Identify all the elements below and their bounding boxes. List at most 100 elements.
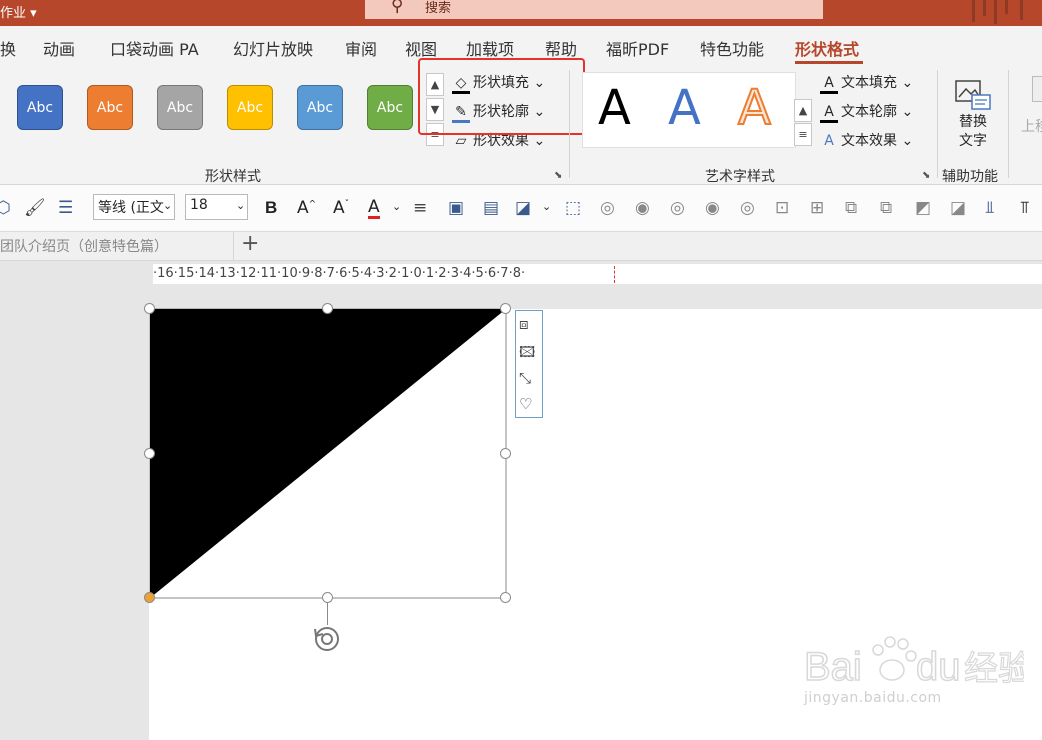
merge-intersect-icon[interactable]: ◉ <box>705 198 720 218</box>
text-fill-button[interactable]: A 文本填充 ⌄ <box>820 72 913 94</box>
shape-style-gray[interactable]: Abc <box>157 85 203 130</box>
hexagon-shape-icon[interactable]: ⬡ <box>0 198 11 218</box>
shape-styles-launcher-icon[interactable]: ⬊ <box>554 170 562 181</box>
decor-bar <box>994 0 997 24</box>
chevron-down-icon: ⌄ <box>163 199 173 212</box>
tab-special-features[interactable]: 特色功能 <box>700 36 764 60</box>
shape-effects-label: 形状效果 <box>473 133 529 149</box>
tab-shape-format[interactable]: 形状格式 <box>795 36 859 60</box>
shape-styles-group-label: 形状样式 <box>205 169 261 185</box>
alt-text-line2: 文字 <box>959 133 987 149</box>
wordart-style-black[interactable]: A <box>598 80 631 136</box>
accessibility-group-label: 辅助功能 <box>942 169 998 185</box>
svg-text:经验: 经验 <box>964 649 1024 689</box>
format-painter-icon[interactable]: 🖌 <box>24 198 46 218</box>
group-divider <box>937 70 938 178</box>
resize-handle-bottom[interactable] <box>322 592 333 603</box>
align-bottom-icon[interactable]: ⫫ <box>985 198 995 218</box>
image-icon[interactable]: 🖾 <box>519 342 535 367</box>
align-top-icon[interactable]: ⫪ <box>1020 198 1030 218</box>
right-triangle <box>150 309 506 598</box>
ungroup-icon[interactable]: ⊞ <box>810 198 824 218</box>
tab-help[interactable]: 帮助 <box>545 36 577 60</box>
resize-handle-top[interactable] <box>322 303 333 314</box>
text-box-icon[interactable]: ▣ <box>448 198 464 218</box>
merge-union-icon[interactable]: ◎ <box>600 198 615 218</box>
text-outline-label: 文本轮廓 <box>841 104 897 120</box>
document-title-text: 作业 <box>0 6 27 21</box>
resize-handle-left[interactable] <box>144 448 155 459</box>
shape-style-icon[interactable]: ⧈ <box>519 315 529 333</box>
swatch-label: Abc <box>26 99 54 116</box>
swatch-label: Abc <box>306 99 334 116</box>
resize-handle-top-left[interactable] <box>144 303 155 314</box>
tab-addins[interactable]: 加载项 <box>466 36 514 60</box>
line-spacing-icon[interactable]: ≡ <box>413 198 427 218</box>
text-outline-icon: A <box>820 104 838 123</box>
tab-foxit-pdf[interactable]: 福昕PDF <box>606 36 669 60</box>
increase-font-icon[interactable]: A^ <box>297 198 316 218</box>
rotate-handle-icon[interactable] <box>311 623 343 655</box>
tab-pocket-animation[interactable]: 口袋动画 PA <box>110 36 199 60</box>
font-color-icon[interactable]: A <box>368 198 380 219</box>
group-icon[interactable]: ⊡ <box>775 198 789 218</box>
adjust-handle[interactable] <box>144 592 155 603</box>
wordart-more-button[interactable]: ≡ <box>794 123 812 146</box>
highlight-annotation <box>418 58 585 135</box>
decor-bar <box>1020 0 1023 20</box>
bring-forward-icon <box>1032 76 1042 102</box>
shapes-icon[interactable]: ◪ <box>515 198 531 218</box>
text-effects-button[interactable]: A 文本效果 ⌄ <box>820 130 913 150</box>
wordart-style-blue[interactable]: A <box>668 80 701 136</box>
send-to-back-icon[interactable]: ◪ <box>950 198 966 218</box>
tab-transitions[interactable]: 换 <box>0 36 16 60</box>
text-fill-label: 文本填充 <box>841 75 897 91</box>
decrease-font-icon[interactable]: Aˇ <box>333 198 349 218</box>
active-tab-indicator <box>795 61 863 64</box>
slide-tab[interactable]: 团队介绍页（创意特色篇） <box>0 236 168 256</box>
tab-review[interactable]: 审阅 <box>345 36 377 60</box>
text-outline-button[interactable]: A 文本轮廓 ⌄ <box>820 101 913 123</box>
baidu-watermark: Bai du 经验 jingyan.baidu.com <box>803 622 1033 726</box>
shape-style-gold[interactable]: Abc <box>227 85 273 130</box>
shape-style-lightblue[interactable]: Abc <box>297 85 343 130</box>
wordart-styles-launcher-icon[interactable]: ⬊ <box>922 170 930 181</box>
crop-icon[interactable]: ⤡ <box>519 369 531 387</box>
ruler-cursor-marker <box>614 266 616 283</box>
bullet-list-icon[interactable]: ☰ <box>58 198 73 218</box>
merge-fragment-icon[interactable]: ◎ <box>670 198 685 218</box>
shape-style-green[interactable]: Abc <box>367 85 413 130</box>
merge-subtract-icon[interactable]: ◎ <box>740 198 755 218</box>
tab-animations[interactable]: 动画 <box>43 36 75 60</box>
resize-handle-bottom-right[interactable] <box>500 592 511 603</box>
baidu-logo: Bai du 经验 <box>803 636 1033 690</box>
search-box[interactable]: ⚲ 搜索 <box>365 0 823 19</box>
convert-to-smartart-icon[interactable]: ▤ <box>483 198 499 218</box>
bring-to-front-icon[interactable]: ◩ <box>915 198 931 218</box>
alt-text-button[interactable]: 替换 文字 <box>950 113 996 151</box>
bring-forward-button[interactable]: 上移 <box>1021 116 1042 136</box>
merge-combine-icon[interactable]: ◉ <box>635 198 650 218</box>
add-tab-icon[interactable]: + <box>241 231 259 256</box>
chevron-down-icon: ⌄ <box>236 199 246 212</box>
selected-triangle-shape[interactable] <box>140 300 520 610</box>
tab-view[interactable]: 视图 <box>405 36 437 60</box>
tab-slideshow[interactable]: 幻灯片放映 <box>233 36 313 60</box>
select-icon[interactable]: ⬚ <box>565 198 581 218</box>
swatch-label: Abc <box>96 99 124 116</box>
resize-handle-right[interactable] <box>500 448 511 459</box>
swatch-label: Abc <box>166 99 194 116</box>
shape-style-orange[interactable]: Abc <box>87 85 133 130</box>
document-title[interactable]: 作业 ▾ <box>0 2 37 21</box>
shape-style-blue[interactable]: Abc <box>17 85 63 130</box>
swatch-label: Abc <box>376 99 404 116</box>
bold-icon[interactable]: B <box>265 198 277 218</box>
alt-text-icon <box>954 78 992 112</box>
wordart-style-orange-outline[interactable]: A <box>737 79 772 137</box>
heart-icon[interactable]: ♡ <box>519 395 532 413</box>
resize-handle-top-right[interactable] <box>500 303 511 314</box>
text-fill-icon: A <box>820 75 838 94</box>
wordart-scroll-up-button[interactable]: ▲ <box>794 99 812 122</box>
send-backward-tb-icon[interactable]: ⧉ <box>880 198 892 218</box>
bring-forward-tb-icon[interactable]: ⧉ <box>845 198 857 218</box>
